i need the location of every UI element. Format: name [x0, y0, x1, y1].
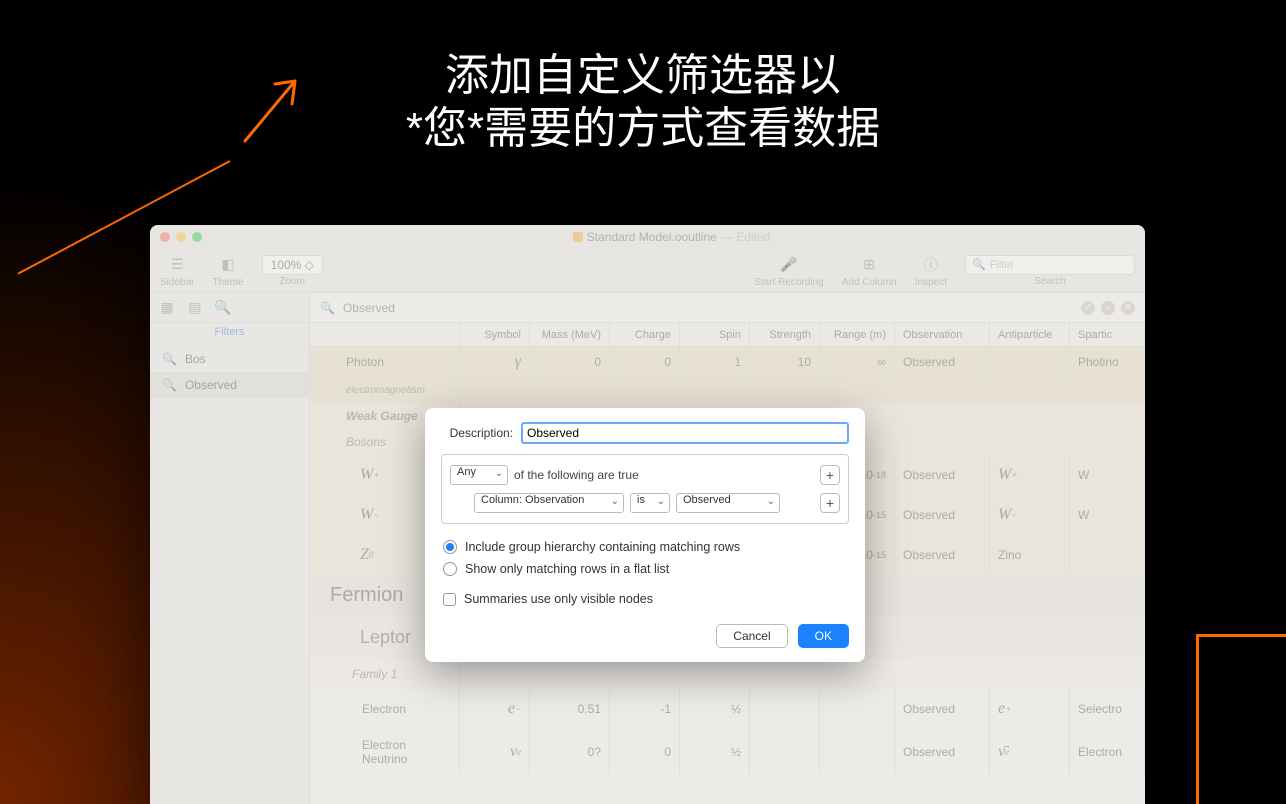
- filter-bar: 🔍 Observed ✓ ‹ ✕: [310, 293, 1145, 323]
- filters-tab-icon[interactable]: 🔍: [214, 299, 232, 317]
- add-rule-button[interactable]: +: [820, 465, 840, 485]
- decorative-box: [1196, 634, 1286, 804]
- flat-list-radio[interactable]: Show only matching rows in a flat list: [441, 558, 849, 580]
- col-sparticle[interactable]: Spartic: [1070, 323, 1145, 346]
- col-charge[interactable]: Charge: [610, 323, 680, 346]
- info-icon: ⓘ: [920, 254, 942, 276]
- col-spin[interactable]: Spin: [680, 323, 750, 346]
- magnifier-icon: 🔍: [320, 301, 335, 315]
- minimize-icon[interactable]: [176, 232, 186, 242]
- marketing-headline: 添加自定义筛选器以 *您*需要的方式查看数据: [0, 50, 1286, 156]
- summaries-checkbox[interactable]: Summaries use only visible nodes: [441, 588, 849, 610]
- toolbar: ☰ Sidebar ◧ Theme 100% ◇ Zoom 🎤 Start Re…: [150, 249, 1145, 293]
- table-row[interactable]: Electron Neutrino νe 0? 0 ½ Observed ν̄e…: [310, 729, 1145, 775]
- document-title: Standard Model.ooutline: [587, 230, 717, 244]
- zoom-control[interactable]: 100% ◇ Zoom: [262, 255, 323, 287]
- ok-button[interactable]: OK: [798, 624, 849, 648]
- col-range[interactable]: Range (m): [820, 323, 895, 346]
- titlebar: Standard Model.ooutline — Edited: [150, 225, 1145, 249]
- search-icon: 🔍: [972, 258, 986, 271]
- search-input[interactable]: 🔍 Filter: [965, 255, 1135, 275]
- description-label: Description:: [441, 426, 513, 440]
- match-text: of the following are true: [514, 468, 639, 482]
- checkbox-icon: [443, 593, 456, 606]
- col-observation[interactable]: Observation: [895, 323, 990, 346]
- table-row[interactable]: Family 1: [310, 659, 1145, 689]
- sidebar-toggle-button[interactable]: ☰ Sidebar: [160, 254, 194, 288]
- col-symbol[interactable]: Symbol: [460, 323, 530, 346]
- table-row[interactable]: Electron e− 0.51 -1 ½ Observed e+ Select…: [310, 689, 1145, 729]
- filter-action-icon[interactable]: ✓: [1081, 301, 1095, 315]
- radio-icon: [443, 540, 457, 554]
- description-input[interactable]: [521, 422, 849, 444]
- rules-container: Any of the following are true + Column: …: [441, 454, 849, 524]
- theme-button[interactable]: ◧ Theme: [212, 254, 243, 288]
- filter-editor-dialog: Description: Any of the following are tr…: [425, 408, 865, 662]
- col-antiparticle[interactable]: Antiparticle: [990, 323, 1070, 346]
- rule-value-select[interactable]: Observed: [676, 493, 780, 513]
- col-strength[interactable]: Strength: [750, 323, 820, 346]
- add-rule-button[interactable]: +: [820, 493, 840, 513]
- sidebar-tab-label: Filters: [150, 323, 309, 346]
- headline-line2: *您*需要的方式查看数据: [0, 103, 1286, 156]
- zoom-icon[interactable]: [192, 232, 202, 242]
- table-row[interactable]: electromagnetism: [310, 377, 1145, 403]
- filter-close-icon[interactable]: ✕: [1121, 301, 1135, 315]
- sidebar-icon: ☰: [166, 254, 188, 276]
- start-recording-button[interactable]: 🎤 Start Recording: [754, 254, 823, 288]
- sidebar-item-bos[interactable]: 🔍 Bos: [150, 346, 309, 372]
- rule-operator-select[interactable]: is: [630, 493, 670, 513]
- sidebar-item-observed[interactable]: 🔍 Observed: [150, 372, 309, 398]
- headline-line1: 添加自定义筛选器以: [0, 50, 1286, 103]
- radio-icon: [443, 562, 457, 576]
- table-row[interactable]: Photon γ 0 0 1 10 ∞ Observed Photino: [310, 347, 1145, 377]
- col-mass[interactable]: Mass (MeV): [530, 323, 610, 346]
- close-icon[interactable]: [160, 232, 170, 242]
- match-mode-select[interactable]: Any: [450, 465, 508, 485]
- mic-icon: 🎤: [778, 254, 800, 276]
- include-hierarchy-radio[interactable]: Include group hierarchy containing match…: [441, 536, 849, 558]
- document-icon: [573, 232, 583, 242]
- cancel-button[interactable]: Cancel: [716, 624, 787, 648]
- search-label: Search: [1034, 276, 1066, 287]
- app-window: Standard Model.ooutline — Edited ☰ Sideb…: [150, 225, 1145, 804]
- theme-icon: ◧: [217, 254, 239, 276]
- active-filter-name: Observed: [343, 301, 395, 315]
- magnifier-icon: 🔍: [162, 352, 177, 366]
- sidebar: ▦ ▤ 🔍 Filters 🔍 Bos 🔍 Observed: [150, 293, 310, 804]
- styles-icon[interactable]: ▤: [186, 299, 204, 317]
- edited-indicator: — Edited: [721, 230, 770, 244]
- add-column-button[interactable]: ⊞ Add Column: [842, 254, 897, 288]
- magnifier-icon: 🔍: [162, 378, 177, 392]
- inspect-button[interactable]: ⓘ Inspect: [915, 254, 947, 288]
- window-controls[interactable]: [160, 232, 202, 242]
- sections-icon[interactable]: ▦: [158, 299, 176, 317]
- rule-column-select[interactable]: Column: Observation: [474, 493, 624, 513]
- column-headers: Symbol Mass (MeV) Charge Spin Strength R…: [310, 323, 1145, 347]
- add-column-icon: ⊞: [858, 254, 880, 276]
- filter-action-icon[interactable]: ‹: [1101, 301, 1115, 315]
